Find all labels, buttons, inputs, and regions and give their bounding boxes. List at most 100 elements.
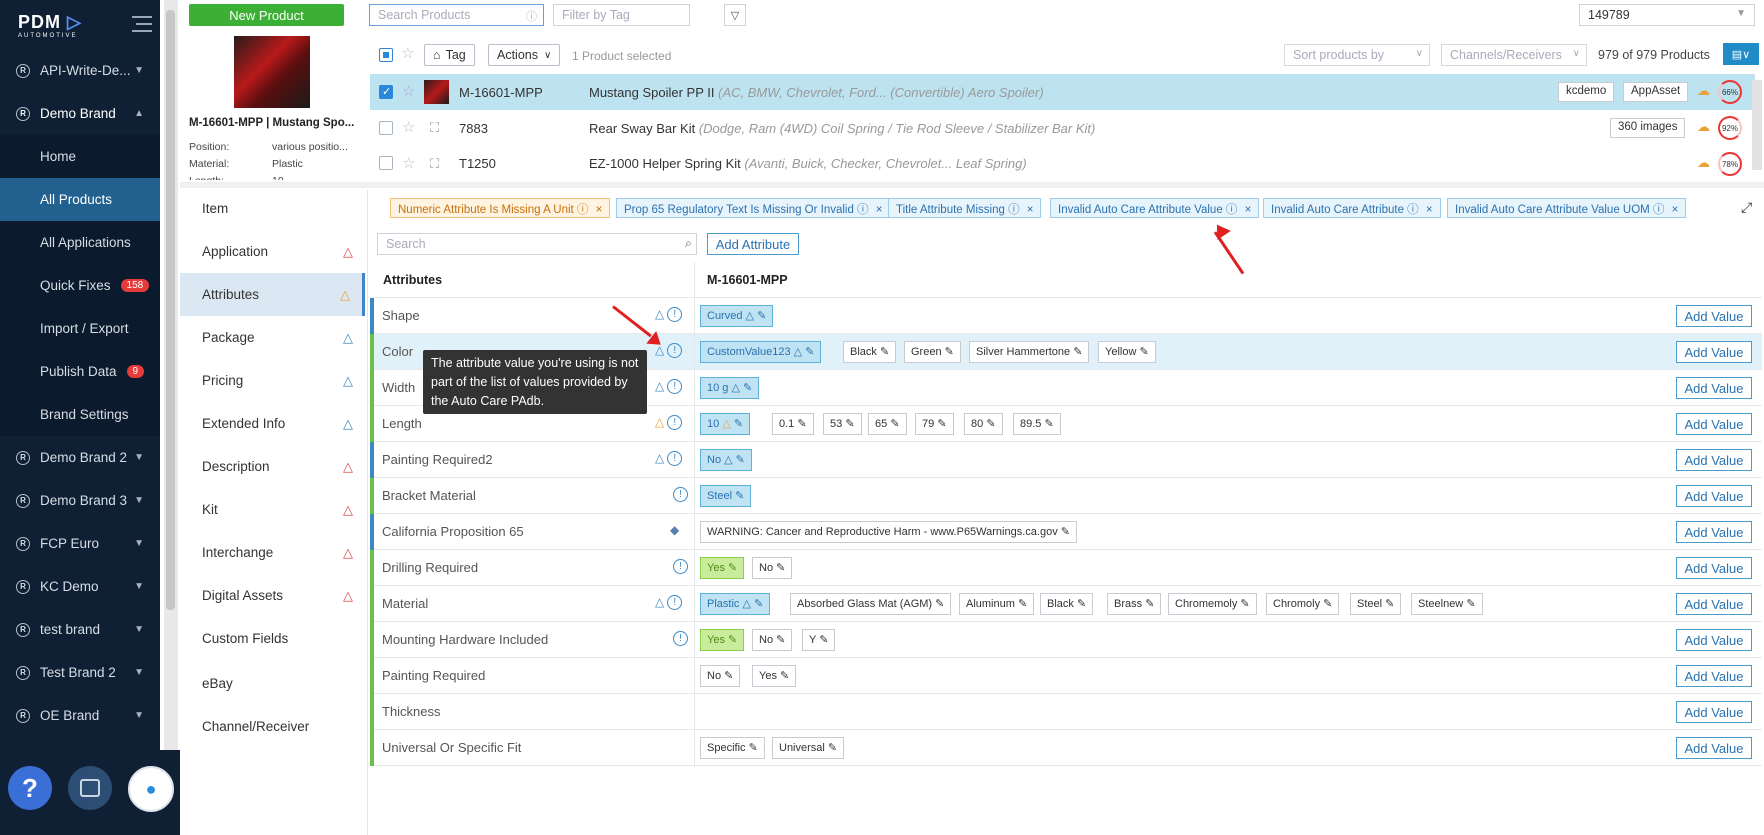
edit-icon[interactable]: ✎ <box>828 742 837 754</box>
edit-icon[interactable]: ✎ <box>724 670 733 682</box>
warning-icon[interactable]: △ <box>655 379 664 394</box>
attribute-value[interactable]: Yellow ✎ <box>1098 341 1156 363</box>
attribute-value[interactable]: 89.5 ✎ <box>1013 413 1061 435</box>
sidebar-scroll-thumb[interactable] <box>166 10 175 610</box>
issue-chip[interactable]: Invalid Auto Care Attribute Value UOM ⓘ … <box>1447 198 1687 218</box>
tab-package[interactable]: Package △ <box>180 316 365 359</box>
warning-icon[interactable]: △ <box>655 307 664 322</box>
tab-interchange[interactable]: Interchange △ <box>180 531 365 574</box>
chat-button[interactable] <box>68 766 112 810</box>
info-icon[interactable]: ! <box>673 487 688 502</box>
edit-icon[interactable]: ✎ <box>1077 598 1086 610</box>
actions-button[interactable]: Actions ∨ <box>488 44 561 66</box>
row-checkbox[interactable] <box>379 156 393 170</box>
edit-icon[interactable]: ✎ <box>1466 598 1475 610</box>
attribute-value[interactable]: Black ✎ <box>1040 593 1094 615</box>
add-value-button[interactable]: Add Value <box>1676 485 1752 507</box>
edit-icon[interactable]: ✎ <box>845 418 854 430</box>
attribute-value[interactable]: WARNING: Cancer and Reproductive Harm - … <box>700 521 1077 543</box>
attribute-value[interactable]: CustomValue123 △ ✎ <box>700 341 822 363</box>
row-tag[interactable]: kcdemo <box>1558 82 1615 102</box>
edit-icon[interactable]: ✎ <box>735 490 744 502</box>
star-icon[interactable]: ☆ <box>402 154 415 172</box>
edit-icon[interactable]: ✎ <box>1044 418 1053 430</box>
attribute-value[interactable]: Absorbed Glass Mat (AGM) ✎ <box>790 593 952 615</box>
edit-icon[interactable]: ✎ <box>776 634 785 646</box>
product-row[interactable]: ☆ ⛶ T1250 EZ-1000 Helper Spring Kit (Ava… <box>370 146 1755 180</box>
sidebar-item-all-products[interactable]: All Products <box>0 178 160 221</box>
view-toggle-button[interactable]: ▤∨ <box>1723 43 1759 65</box>
close-icon[interactable]: × <box>1027 204 1034 216</box>
close-icon[interactable]: × <box>1245 204 1252 216</box>
attribute-value[interactable]: Steelnew ✎ <box>1411 593 1483 615</box>
add-value-button[interactable]: Add Value <box>1676 521 1752 543</box>
attribute-search-input[interactable]: Search ⌕ <box>377 233 697 255</box>
attribute-value[interactable]: Yes ✎ <box>752 665 797 687</box>
sidebar-item-fcp-euro[interactable]: R FCP Euro ▼ <box>0 522 160 565</box>
location-pin-button[interactable]: ● <box>128 766 174 812</box>
select-all-checkbox[interactable] <box>379 48 393 62</box>
channels-select[interactable]: Channels/Receivers ∨ <box>1441 44 1587 66</box>
attribute-value[interactable]: Yes ✎ <box>700 629 745 651</box>
attribute-value[interactable]: Aluminum ✎ <box>959 593 1035 615</box>
close-icon[interactable]: × <box>876 204 883 216</box>
add-value-button[interactable]: Add Value <box>1676 557 1752 579</box>
tab-ebay[interactable]: eBay <box>180 662 365 705</box>
add-value-button[interactable]: Add Value <box>1676 413 1752 435</box>
add-value-button[interactable]: Add Value <box>1676 737 1752 759</box>
row-checkbox[interactable] <box>379 121 393 135</box>
expand-icon[interactable]: ⤢ <box>1741 199 1752 216</box>
edit-icon[interactable]: ✎ <box>1240 598 1249 610</box>
tab-description[interactable]: Description △ <box>180 445 365 488</box>
issue-chip[interactable]: Prop 65 Regulatory Text Is Missing Or In… <box>616 198 891 218</box>
attribute-value[interactable]: 65 ✎ <box>868 413 907 435</box>
pdm-logo[interactable]: PDM ▷ AUTOMOTIVE <box>18 10 82 40</box>
attribute-value[interactable]: No ✎ <box>752 629 793 651</box>
edit-icon[interactable]: ✎ <box>935 598 944 610</box>
attribute-value[interactable]: 79 ✎ <box>915 413 954 435</box>
add-value-button[interactable]: Add Value <box>1676 701 1752 723</box>
attribute-value[interactable]: No ✎ <box>700 665 741 687</box>
close-icon[interactable]: × <box>596 204 603 216</box>
attribute-value[interactable]: Steel ✎ <box>1350 593 1402 615</box>
edit-icon[interactable]: ✎ <box>1018 598 1027 610</box>
tab-channel-receiver[interactable]: Channel/Receiver <box>180 705 365 748</box>
sidebar-item-demo-brand-3[interactable]: R Demo Brand 3 ▼ <box>0 479 160 522</box>
sidebar-item-demo-brand[interactable]: R Demo Brand ▲ <box>0 92 160 135</box>
edit-icon[interactable]: ✎ <box>780 670 789 682</box>
product-row[interactable]: ☆ ⛶ 7883 Rear Sway Bar Kit (Dodge, Ram (… <box>370 110 1755 146</box>
edit-icon[interactable]: ✎ <box>986 418 995 430</box>
tag-button[interactable]: ⌂ Tag <box>424 44 475 66</box>
attribute-value[interactable]: 10 △ ✎ <box>700 413 751 435</box>
attribute-value[interactable]: Yes ✎ <box>700 557 745 579</box>
info-icon[interactable]: ! <box>667 595 683 610</box>
attribute-value[interactable]: 80 ✎ <box>964 413 1003 435</box>
edit-icon[interactable]: ✎ <box>945 346 954 358</box>
info-icon[interactable]: ! <box>667 451 683 466</box>
sidebar-item-import-export[interactable]: Import / Export <box>0 307 160 350</box>
filter-icon[interactable]: ▽ <box>724 4 746 26</box>
sidebar-item-all-applications[interactable]: All Applications <box>0 221 160 264</box>
sidebar-item-kc-demo[interactable]: R KC Demo ▼ <box>0 565 160 608</box>
add-value-button[interactable]: Add Value <box>1676 665 1752 687</box>
attribute-value[interactable]: 0.1 ✎ <box>772 413 814 435</box>
add-value-button[interactable]: Add Value <box>1676 305 1752 327</box>
edit-icon[interactable]: ✎ <box>937 418 946 430</box>
issue-chip[interactable]: Invalid Auto Care Attribute ⓘ × <box>1263 198 1441 218</box>
tab-digital-assets[interactable]: Digital Assets △ <box>180 574 365 617</box>
edit-icon[interactable]: ✎ <box>776 562 785 574</box>
info-icon[interactable]: ! <box>673 631 688 646</box>
sidebar-item-brand-settings[interactable]: Brand Settings <box>0 393 160 436</box>
attribute-value[interactable]: Brass ✎ <box>1107 593 1162 615</box>
edit-icon[interactable]: ✎ <box>797 418 806 430</box>
star-icon[interactable]: ☆ <box>402 118 415 136</box>
edit-icon[interactable]: ✎ <box>1073 346 1082 358</box>
sidebar-item-demo-brand-2[interactable]: R Demo Brand 2 ▼ <box>0 436 160 479</box>
close-icon[interactable]: × <box>1426 204 1433 216</box>
row-tag[interactable]: 360 images <box>1610 118 1686 138</box>
sidebar-item-oe-brand[interactable]: R OE Brand ▼ <box>0 694 160 737</box>
edit-icon[interactable]: ✎ <box>736 454 745 466</box>
sidebar-item-quick-fixes[interactable]: Quick Fixes 158 <box>0 264 160 307</box>
add-value-button[interactable]: Add Value <box>1676 341 1752 363</box>
add-value-button[interactable]: Add Value <box>1676 449 1752 471</box>
